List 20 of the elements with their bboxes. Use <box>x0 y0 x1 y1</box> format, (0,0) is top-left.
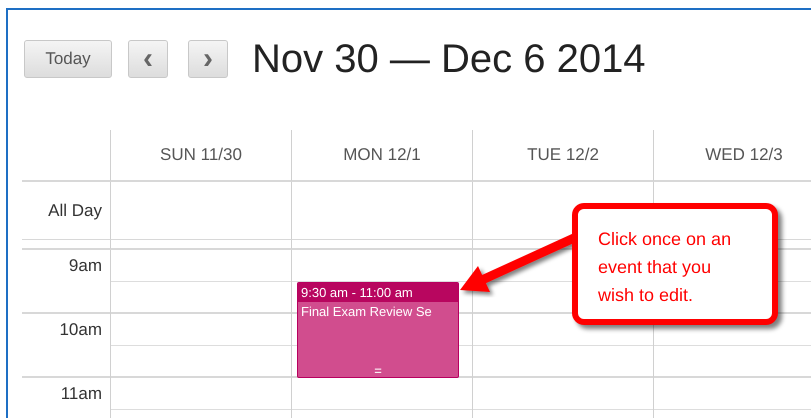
event-title: Final Exam Review Se <box>300 303 433 321</box>
day-header: TUE 12/2 <box>472 130 653 182</box>
event-time: 9:30 am - 11:00 am <box>298 283 458 302</box>
calendar-event[interactable]: 9:30 am - 11:00 am Final Exam Review Se = <box>297 282 459 378</box>
next-button[interactable]: › <box>188 40 228 78</box>
hour-label: 10am <box>59 320 102 339</box>
previous-button[interactable]: ‹ <box>128 40 168 78</box>
callout-tooltip: Click once on an event that you wish to edit. <box>572 203 778 325</box>
resize-handle[interactable]: = <box>374 364 382 377</box>
day-header: MON 12/1 <box>291 130 472 182</box>
hour-label: 9am <box>68 256 102 275</box>
day-column[interactable]: 9:30 am - 11:00 am Final Exam Review Se = <box>291 250 472 418</box>
today-button[interactable]: Today <box>24 40 112 78</box>
hour-label: 11am <box>60 384 102 403</box>
day-header: SUN 11/30 <box>110 130 291 182</box>
all-day-cell[interactable] <box>291 182 472 240</box>
day-header: WED 12/3 <box>653 130 811 182</box>
all-day-cell[interactable] <box>110 182 291 240</box>
all-day-label: All Day <box>22 182 110 240</box>
date-range-title: Nov 30 — Dec 6 2014 <box>252 36 646 82</box>
